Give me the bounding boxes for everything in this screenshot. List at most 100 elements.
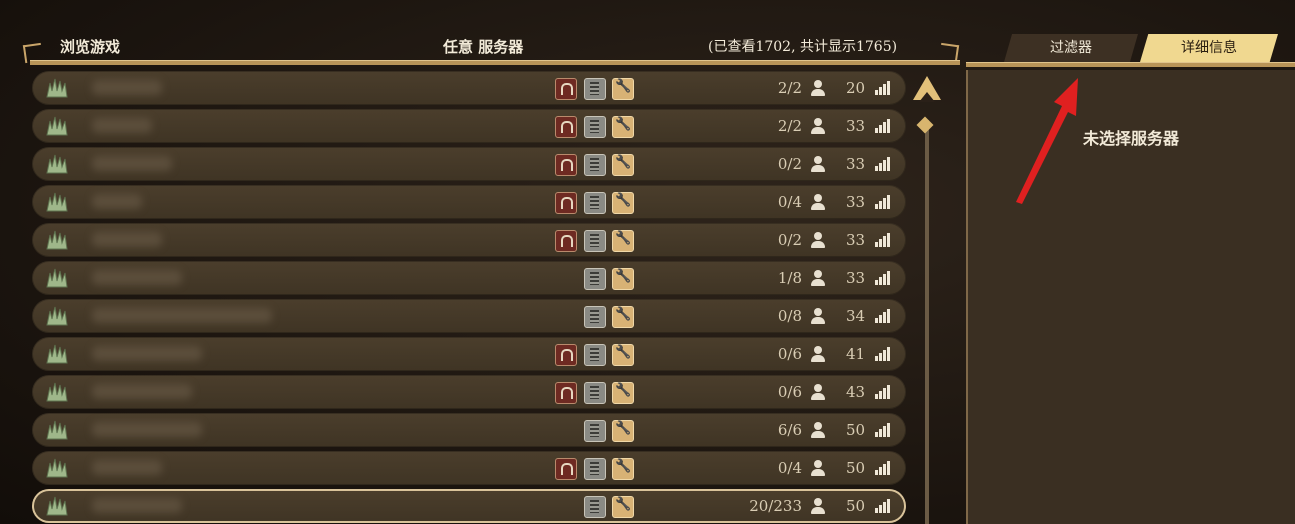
pvp-icon — [555, 78, 577, 100]
server-row[interactable]: 6/6 50 — [32, 413, 906, 447]
signal-bars-icon — [875, 499, 891, 513]
person-icon — [810, 156, 826, 172]
ping-value: 33 — [846, 155, 866, 173]
pvp-icon — [555, 116, 577, 138]
person-icon — [810, 308, 826, 324]
signal-bars-icon — [875, 423, 891, 437]
ping-value: 50 — [846, 421, 866, 439]
server-name-redacted — [92, 118, 152, 133]
mods-wrench-icon — [612, 344, 634, 366]
person-icon — [810, 270, 826, 286]
server-name-redacted — [92, 232, 162, 247]
scroll-up-notch — [919, 92, 935, 102]
mods-wrench-icon — [612, 192, 634, 214]
mods-wrench-icon — [612, 420, 634, 442]
player-count: 0/6 — [777, 345, 802, 363]
ping-value: 33 — [846, 193, 866, 211]
ping-value: 34 — [846, 307, 866, 325]
server-name-redacted — [92, 498, 182, 513]
dedicated-server-icon — [584, 116, 606, 138]
dedicated-server-icon — [584, 496, 606, 518]
scrollbar-track[interactable] — [925, 120, 929, 524]
ping-value: 50 — [846, 497, 866, 515]
server-row[interactable]: 20/233 50 — [32, 489, 906, 523]
dedicated-server-icon — [584, 230, 606, 252]
person-icon — [810, 460, 826, 476]
game-mode-icon — [44, 457, 70, 479]
signal-bars-icon — [875, 195, 891, 209]
person-icon — [810, 422, 826, 438]
person-icon — [810, 384, 826, 400]
player-count: 0/6 — [777, 383, 802, 401]
dedicated-server-icon — [584, 458, 606, 480]
signal-bars-icon — [875, 233, 891, 247]
tab-filter[interactable]: 过滤器 — [1004, 34, 1138, 62]
mods-wrench-icon — [612, 268, 634, 290]
ping-value: 43 — [846, 383, 866, 401]
player-count: 1/8 — [777, 269, 802, 287]
server-row[interactable]: 0/2 33 — [32, 223, 906, 257]
server-name-redacted — [92, 80, 162, 95]
person-icon — [810, 118, 826, 134]
server-row[interactable]: 0/6 41 — [32, 337, 906, 371]
annotation-arrow-icon — [1016, 78, 1078, 204]
server-count: (已查看1702, 共计显示1765) — [708, 39, 898, 55]
game-mode-icon — [44, 305, 70, 327]
player-count: 0/2 — [777, 231, 802, 249]
server-name-redacted — [92, 156, 172, 171]
mods-wrench-icon — [612, 78, 634, 100]
signal-bars-icon — [875, 157, 891, 171]
player-count: 2/2 — [777, 79, 802, 97]
server-row[interactable]: 0/2 33 — [32, 147, 906, 181]
player-count: 0/8 — [777, 307, 802, 325]
person-icon — [810, 498, 826, 514]
dedicated-server-icon — [584, 78, 606, 100]
person-icon — [810, 194, 826, 210]
server-list: 2/2 20 2/2 33 0/2 33 0/4 33 0/2 33 1/8 33 0/8 34 0/6 41… — [32, 70, 908, 524]
tabbar-divider — [966, 62, 1295, 67]
dedicated-server-icon — [584, 192, 606, 214]
signal-bars-icon — [875, 347, 891, 361]
server-name-redacted — [92, 346, 202, 361]
scrollbar-thumb[interactable] — [916, 116, 934, 134]
game-mode-icon — [44, 229, 70, 251]
ping-value: 41 — [846, 345, 866, 363]
server-name-redacted — [92, 270, 182, 285]
player-count: 0/4 — [777, 459, 802, 477]
server-row[interactable]: 2/2 33 — [32, 109, 906, 143]
pvp-icon — [555, 344, 577, 366]
mods-wrench-icon — [612, 306, 634, 328]
server-name-redacted — [92, 422, 202, 437]
server-row[interactable]: 0/4 33 — [32, 185, 906, 219]
server-name-redacted — [92, 308, 272, 323]
server-row[interactable]: 1/8 33 — [32, 261, 906, 295]
game-mode-icon — [44, 419, 70, 441]
game-mode-icon — [44, 381, 70, 403]
server-row[interactable]: 0/4 50 — [32, 451, 906, 485]
mods-wrench-icon — [612, 496, 634, 518]
mods-wrench-icon — [612, 458, 634, 480]
person-icon — [810, 80, 826, 96]
server-row[interactable]: 0/8 34 — [32, 299, 906, 333]
pvp-icon — [555, 192, 577, 214]
header-divider — [30, 60, 960, 65]
pvp-icon — [555, 154, 577, 176]
server-row[interactable]: 0/6 43 — [32, 375, 906, 409]
mods-wrench-icon — [612, 154, 634, 176]
pvp-icon — [555, 382, 577, 404]
signal-bars-icon — [875, 461, 891, 475]
mods-wrench-icon — [612, 382, 634, 404]
game-mode-icon — [44, 115, 70, 137]
dedicated-server-icon — [584, 154, 606, 176]
server-name-redacted — [92, 194, 142, 209]
pvp-icon — [555, 230, 577, 252]
ping-value: 33 — [846, 269, 866, 287]
player-count: 0/4 — [777, 193, 802, 211]
server-row[interactable]: 2/2 20 — [32, 71, 906, 105]
server-type-filter[interactable]: 任意 服务器 — [443, 36, 523, 57]
player-count: 20/233 — [749, 497, 802, 515]
server-name-redacted — [92, 460, 162, 475]
dedicated-server-icon — [584, 344, 606, 366]
tab-details[interactable]: 详细信息 — [1140, 34, 1278, 62]
signal-bars-icon — [875, 385, 891, 399]
